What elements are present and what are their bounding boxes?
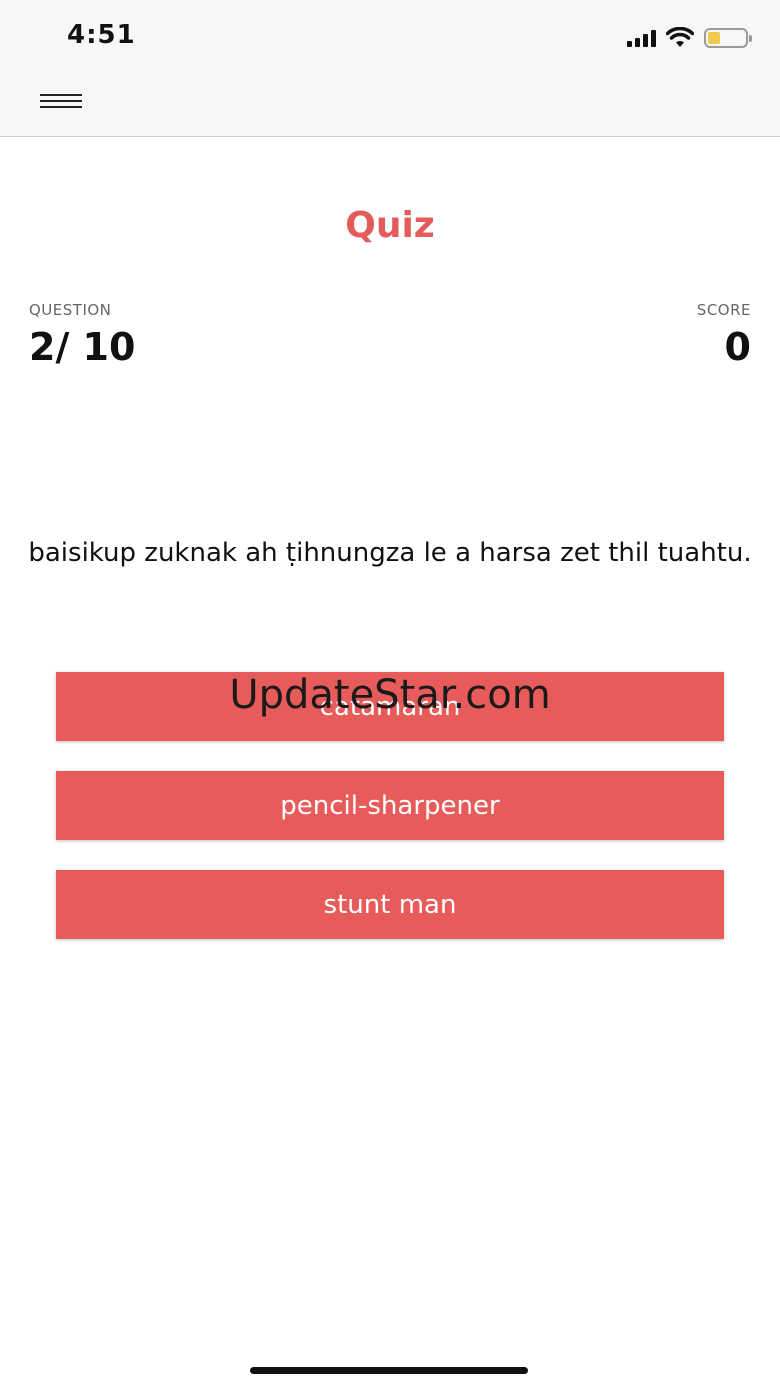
answer-button-3[interactable]: stunt man bbox=[56, 870, 724, 939]
status-icons bbox=[627, 24, 752, 52]
status-bar: 4:51 bbox=[0, 0, 780, 78]
status-time: 4:51 bbox=[67, 20, 136, 50]
question-label: QUESTION bbox=[29, 301, 112, 319]
cellular-signal-icon bbox=[627, 29, 656, 47]
answer-list: catamaran pencil-sharpener stunt man bbox=[56, 672, 724, 969]
question-text: baisikup zuknak ah ṭihnungza le a harsa … bbox=[28, 538, 752, 568]
answer-button-2[interactable]: pencil-sharpener bbox=[56, 771, 724, 840]
score-label: SCORE bbox=[696, 301, 751, 319]
wifi-icon bbox=[666, 27, 694, 47]
nav-bar bbox=[0, 78, 780, 137]
answer-button-1[interactable]: catamaran bbox=[56, 672, 724, 741]
hamburger-menu-icon[interactable] bbox=[40, 92, 84, 112]
page-title: Quiz bbox=[345, 205, 435, 246]
score-value: 0 bbox=[724, 325, 751, 369]
home-indicator bbox=[250, 1367, 528, 1374]
battery-icon bbox=[704, 28, 752, 48]
question-progress: 2/ 10 bbox=[29, 325, 136, 369]
